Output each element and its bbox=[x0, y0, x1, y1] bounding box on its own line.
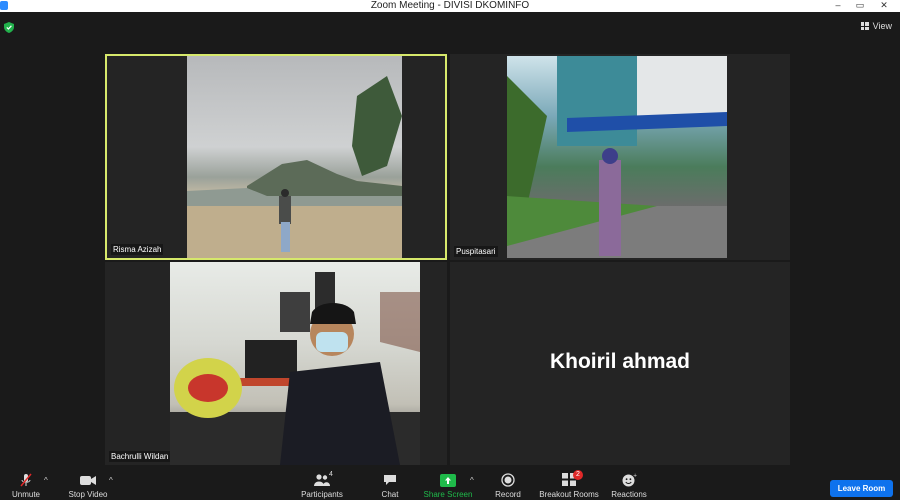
participant-name-label: Risma Azizah bbox=[111, 244, 164, 255]
chat-bubble-icon bbox=[384, 475, 396, 485]
svg-text:+: + bbox=[633, 473, 637, 479]
unmute-label: Unmute bbox=[11, 490, 40, 499]
video-options-caret-icon[interactable]: ^ bbox=[109, 476, 113, 485]
share-screen-icon bbox=[440, 473, 456, 487]
record-label: Record bbox=[495, 490, 521, 499]
participant-tile-khoiril[interactable]: Khoiril ahmad bbox=[450, 262, 790, 465]
indoor-scene-image bbox=[170, 272, 420, 465]
participant-video-feed bbox=[187, 56, 402, 258]
participants-label: Participants bbox=[301, 490, 343, 499]
participant-tile-puspitasari[interactable]: Puspitasari bbox=[450, 54, 790, 260]
chat-label: Chat bbox=[381, 490, 399, 499]
reactions-label: Reactions bbox=[611, 490, 647, 499]
breakout-rooms-badge: 2 bbox=[573, 469, 583, 480]
grid-view-icon bbox=[860, 22, 869, 30]
share-options-caret-icon[interactable]: ^ bbox=[470, 476, 474, 485]
encryption-shield-icon[interactable] bbox=[4, 22, 14, 33]
record-button[interactable]: Record bbox=[492, 473, 524, 499]
record-icon bbox=[501, 473, 515, 487]
reactions-button[interactable]: + Reactions bbox=[610, 473, 648, 499]
maximize-button[interactable]: ▭ bbox=[848, 0, 872, 12]
participants-icon bbox=[314, 474, 330, 486]
chat-button[interactable]: Chat bbox=[374, 473, 406, 499]
building-scene-image bbox=[507, 56, 727, 258]
audio-options-caret-icon[interactable]: ^ bbox=[44, 476, 48, 485]
participant-name-label: Bachrulli Wildan bbox=[109, 451, 171, 462]
meeting-toolbar: Unmute ^ Stop Video ^ 4 Participants Cha… bbox=[0, 466, 900, 500]
participant-tile-risma[interactable]: Risma Azizah bbox=[105, 54, 447, 260]
stop-video-label: Stop Video bbox=[68, 490, 108, 499]
participant-tile-bachrulli[interactable]: Bachrulli Wildan bbox=[105, 262, 447, 465]
unmute-button[interactable]: Unmute bbox=[6, 473, 46, 499]
video-camera-icon bbox=[80, 475, 96, 485]
stop-video-button[interactable]: Stop Video bbox=[64, 473, 112, 499]
view-button[interactable]: View bbox=[860, 21, 892, 31]
leave-room-button[interactable]: Leave Room bbox=[830, 480, 893, 497]
share-screen-label: Share Screen bbox=[423, 490, 473, 499]
muted-microphone-icon bbox=[20, 473, 32, 487]
window-titlebar: Zoom Meeting - DIVISI DKOMINFO – ▭ ✕ bbox=[0, 0, 900, 12]
participants-button[interactable]: 4 Participants bbox=[296, 471, 348, 499]
meeting-topbar: View bbox=[0, 12, 900, 42]
breakout-rooms-button[interactable]: 2 Breakout Rooms bbox=[538, 469, 600, 499]
beach-scene-image bbox=[187, 76, 402, 258]
participant-name-label: Puspitasari bbox=[454, 246, 498, 257]
share-screen-button[interactable]: Share Screen bbox=[422, 473, 474, 499]
participant-display-name: Khoiril ahmad bbox=[549, 350, 691, 373]
breakout-rooms-label: Breakout Rooms bbox=[539, 490, 599, 499]
minimize-button[interactable]: – bbox=[826, 0, 850, 12]
participant-video-feed bbox=[170, 262, 420, 465]
participant-video-feed bbox=[507, 56, 727, 258]
close-button[interactable]: ✕ bbox=[872, 0, 896, 12]
reactions-smiley-icon: + bbox=[622, 473, 637, 487]
window-title: Zoom Meeting - DIVISI DKOMINFO bbox=[370, 0, 530, 11]
view-label: View bbox=[872, 21, 892, 31]
participants-count: 4 bbox=[329, 471, 333, 478]
